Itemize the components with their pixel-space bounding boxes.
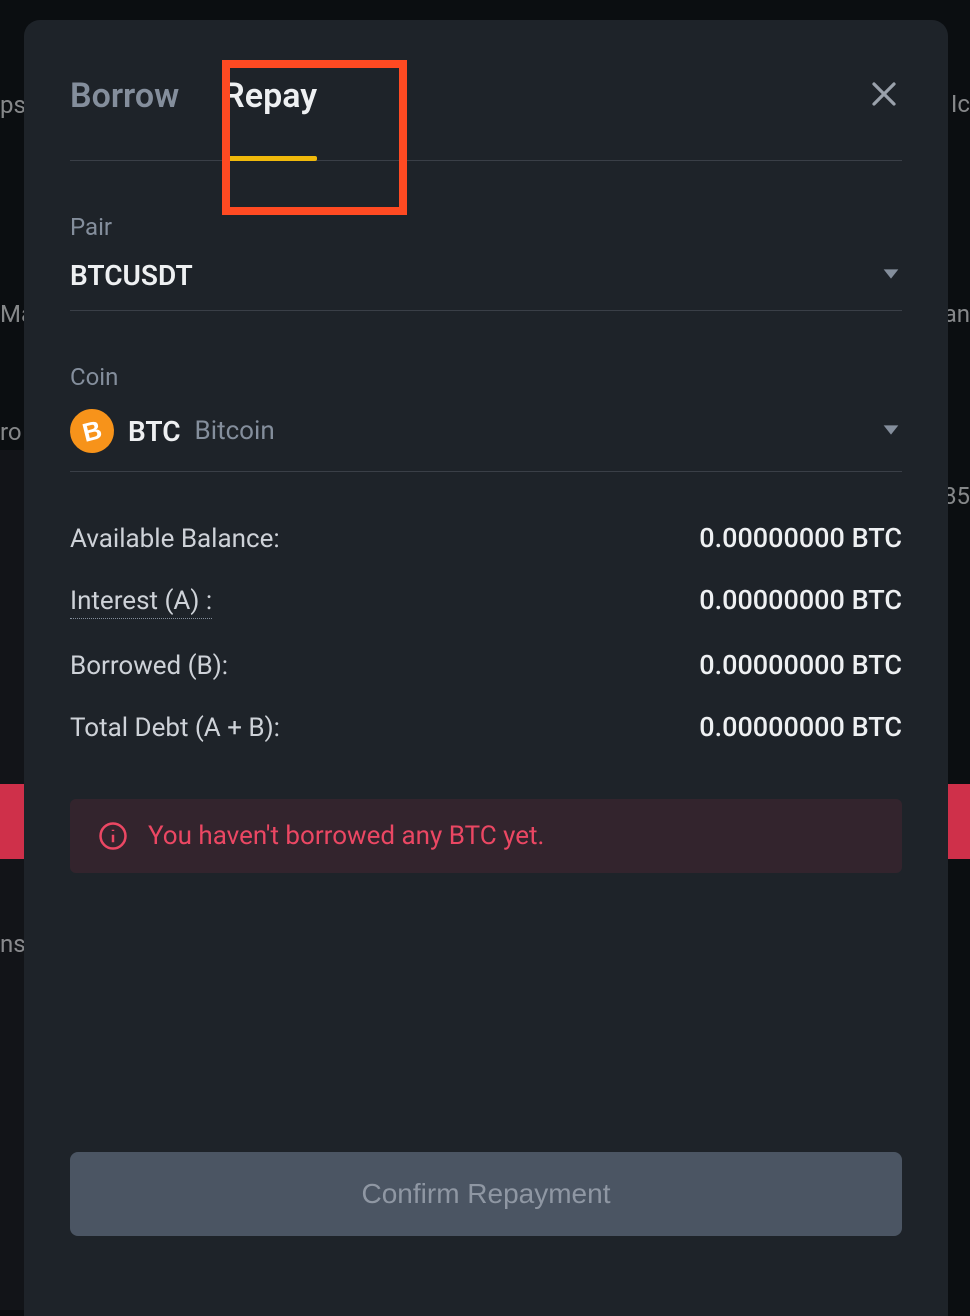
caret-down-icon <box>880 422 902 441</box>
value-interest: 0.00000000 BTC <box>699 584 902 616</box>
tabs: Borrow Repay <box>70 76 902 161</box>
pair-label: Pair <box>70 213 902 241</box>
bg-fragment: ps <box>0 91 26 119</box>
coin-symbol: BTC <box>128 415 181 448</box>
row-interest: Interest (A) : 0.00000000 BTC <box>70 584 902 619</box>
repay-modal: Borrow Repay Pair BTCUSDT Coin B BTC Bit… <box>24 20 948 1316</box>
coin-label: Coin <box>70 363 902 391</box>
bg-red-stripe-right <box>946 784 970 859</box>
label-available: Available Balance: <box>70 524 280 554</box>
row-available: Available Balance: 0.00000000 BTC <box>70 522 902 554</box>
tab-borrow[interactable]: Borrow <box>70 76 179 160</box>
balance-details: Available Balance: 0.00000000 BTC Intere… <box>70 522 902 743</box>
pair-dropdown[interactable]: BTCUSDT <box>70 259 902 311</box>
bg-red-stripe-left <box>0 784 24 859</box>
label-borrowed: Borrowed (B): <box>70 651 228 681</box>
label-interest[interactable]: Interest (A) : <box>70 586 212 619</box>
bg-sidebar-dark <box>0 450 26 1310</box>
bg-fragment: ns <box>0 930 26 958</box>
bg-fragment: ro <box>0 418 22 446</box>
coin-name: Bitcoin <box>195 416 275 446</box>
row-total: Total Debt (A + B): 0.00000000 BTC <box>70 711 902 743</box>
caret-down-icon <box>880 266 902 285</box>
value-available: 0.00000000 BTC <box>699 522 902 554</box>
coin-dropdown[interactable]: B BTC Bitcoin <box>70 409 902 472</box>
value-borrowed: 0.00000000 BTC <box>699 649 902 681</box>
warning-text: You haven't borrowed any BTC yet. <box>148 821 544 851</box>
value-total: 0.00000000 BTC <box>699 711 902 743</box>
tab-repay[interactable]: Repay <box>223 76 317 160</box>
bg-fragment: Ic <box>951 90 970 118</box>
row-borrowed: Borrowed (B): 0.00000000 BTC <box>70 649 902 681</box>
bitcoin-icon: B <box>65 404 118 457</box>
confirm-repayment-button[interactable]: Confirm Repayment <box>70 1152 902 1236</box>
pair-value: BTCUSDT <box>70 259 193 292</box>
info-icon <box>98 821 128 851</box>
warning-banner: You haven't borrowed any BTC yet. <box>70 799 902 873</box>
label-total: Total Debt (A + B): <box>70 713 280 743</box>
